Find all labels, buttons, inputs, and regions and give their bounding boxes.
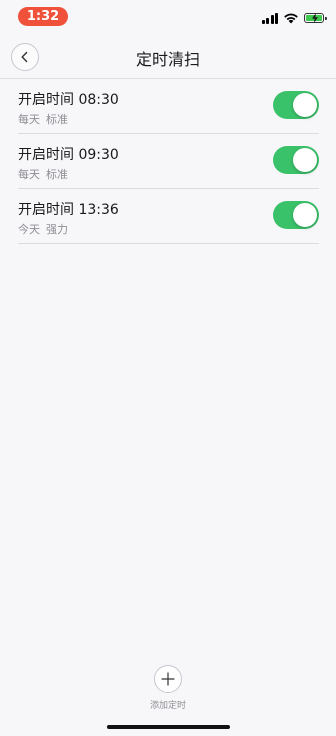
toggle-knob <box>293 93 317 117</box>
charging-bolt-icon <box>312 13 318 23</box>
schedule-start-time: 开启时间 13:36 <box>18 202 119 218</box>
schedule-repeat: 每天 <box>18 113 40 126</box>
schedule-row[interactable]: 开启时间 08:30 每天 标准 <box>18 79 319 134</box>
schedule-mode: 强力 <box>46 223 68 236</box>
plus-icon <box>161 672 175 686</box>
schedule-list: 开启时间 08:30 每天 标准 开启时间 09:30 每天 标准 开启时间 13:… <box>18 79 319 244</box>
schedule-mode: 标准 <box>46 168 68 181</box>
schedule-row[interactable]: 开启时间 13:36 今天 强力 <box>18 189 319 244</box>
status-time: 1:32 <box>18 7 68 26</box>
page-title: 定时清扫 <box>135 50 200 69</box>
schedule-start-time: 开启时间 09:30 <box>18 147 119 163</box>
schedule-toggle[interactable] <box>273 91 319 119</box>
schedule-toggle[interactable] <box>273 146 319 174</box>
home-indicator <box>107 725 230 729</box>
add-timer-button[interactable] <box>154 665 182 693</box>
status-bar: 1:32 <box>0 0 336 34</box>
battery-icon <box>304 13 327 23</box>
schedule-details: 每天 标准 <box>18 111 68 127</box>
chevron-left-icon <box>21 51 28 63</box>
schedule-repeat: 今天 <box>18 223 40 236</box>
schedule-toggle[interactable] <box>273 201 319 229</box>
schedule-repeat: 每天 <box>18 168 40 181</box>
add-timer: 添加定时 <box>0 665 336 711</box>
schedule-row[interactable]: 开启时间 09:30 每天 标准 <box>18 134 319 189</box>
schedule-details: 今天 强力 <box>18 221 68 237</box>
wifi-icon <box>284 13 298 24</box>
nav-bar: 定时清扫 <box>0 34 336 79</box>
toggle-knob <box>293 148 317 172</box>
cellular-signal-icon <box>261 12 278 24</box>
schedule-start-time: 开启时间 08:30 <box>18 92 119 108</box>
status-icons <box>261 11 327 25</box>
toggle-knob <box>293 203 317 227</box>
add-timer-label: 添加定时 <box>149 701 186 711</box>
schedule-mode: 标准 <box>46 113 68 126</box>
schedule-details: 每天 标准 <box>18 166 68 182</box>
back-button[interactable] <box>11 43 39 71</box>
